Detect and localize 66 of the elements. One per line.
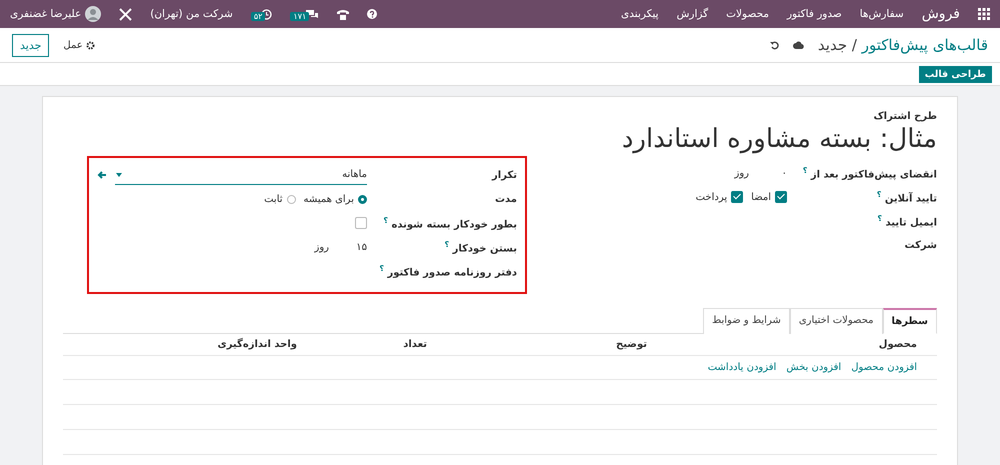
help-icon[interactable] — [367, 9, 378, 19]
field-label: بستن خودکار — [452, 243, 517, 254]
app-name[interactable]: فروش — [922, 6, 960, 22]
design-template-button[interactable]: طراحی قالب — [918, 66, 992, 82]
checkbox-label: امضا — [751, 192, 771, 202]
duration-value[interactable]: ۱۵ — [337, 242, 367, 252]
form-subtitle: طرح اشتراک — [873, 111, 937, 122]
help-mark[interactable]: ؟ — [379, 264, 384, 273]
radio-label: ثابت — [264, 194, 283, 204]
caret-icon[interactable] — [115, 172, 123, 178]
avatar-icon[interactable] — [85, 6, 102, 22]
field-label: تکرار — [492, 170, 517, 180]
breadcrumb-link[interactable]: قالب‌های پیش‌فاکتور — [862, 36, 988, 54]
column-header[interactable]: تعداد — [403, 339, 427, 350]
cloud-upload-icon[interactable] — [792, 41, 804, 49]
help-mark[interactable]: ؟ — [877, 214, 882, 223]
menu-item[interactable]: صدور فاکتور — [786, 8, 842, 20]
help-mark[interactable]: ؟ — [802, 166, 808, 175]
radio-label: برای همیشه — [304, 194, 354, 204]
radio-button[interactable] — [358, 194, 367, 204]
field-label: دفتر روزنامه صدور فاکتور — [387, 267, 517, 278]
tab[interactable]: محصولات اختیاری — [790, 308, 883, 334]
form-title[interactable]: مثال: بسته مشاوره استاندارد — [43, 124, 937, 154]
company-switcher[interactable]: شرکت من (تهران) — [150, 8, 233, 20]
add-line-link[interactable]: افزودن بخش — [786, 362, 842, 373]
breadcrumb-separator: / — [852, 36, 857, 54]
menu-item[interactable]: گزارش — [676, 8, 708, 20]
checkbox-label: پرداخت — [696, 192, 728, 202]
undo-icon[interactable] — [770, 40, 779, 50]
checkbox[interactable] — [731, 191, 744, 203]
tab[interactable]: سطرها — [882, 308, 937, 334]
help-mark[interactable]: ؟ — [444, 240, 450, 249]
action-menu[interactable]: عمل — [63, 40, 95, 50]
field-label: تایید آنلاین — [884, 193, 937, 204]
add-line-link[interactable]: افزودن محصول — [851, 362, 917, 373]
menu-item[interactable]: محصولات — [726, 8, 769, 20]
unit-label: روز — [734, 168, 749, 178]
clock-icon[interactable] — [261, 8, 272, 20]
message-count: ۱۷۱ — [290, 12, 310, 21]
phone-icon[interactable] — [337, 8, 350, 20]
breadcrumb-current: جدید — [818, 36, 848, 54]
unit-label: روز — [314, 242, 329, 252]
field-label: ایمیل تایید — [886, 217, 937, 228]
field-label: مدت — [494, 194, 517, 204]
activity-count: ۵۲ — [250, 12, 266, 21]
field-label: انقضای پیش‌فاکتور بعد از — [810, 169, 937, 180]
field-label: شرکت — [904, 240, 937, 250]
checkbox[interactable] — [355, 217, 367, 229]
column-header[interactable]: توضیح — [616, 339, 647, 350]
help-mark[interactable]: ؟ — [383, 216, 388, 225]
add-line-link[interactable]: افزودن یادداشت — [708, 362, 776, 373]
checkbox[interactable] — [775, 191, 787, 203]
apps-menu-icon[interactable] — [978, 8, 990, 20]
column-header[interactable]: واحد اندازه‌گیری — [218, 339, 297, 350]
new-button[interactable]: جدید — [12, 34, 50, 56]
duration-value[interactable]: ۰ — [757, 168, 787, 178]
menu-item[interactable]: سفارش‌ها — [860, 8, 904, 20]
select-field[interactable]: ماهانه — [115, 166, 367, 184]
arrow-icon[interactable] — [97, 170, 107, 180]
user-name[interactable]: علیرضا غضنفری — [10, 8, 82, 20]
help-mark[interactable]: ؟ — [876, 190, 882, 199]
field-label: بطور خودکار بسته شونده — [391, 219, 517, 230]
menu-item[interactable]: پیکربندی — [621, 8, 659, 20]
radio-button[interactable] — [286, 194, 296, 204]
tab[interactable]: شرایط و ضوابط — [703, 308, 790, 334]
column-header[interactable]: محصول — [878, 339, 917, 350]
